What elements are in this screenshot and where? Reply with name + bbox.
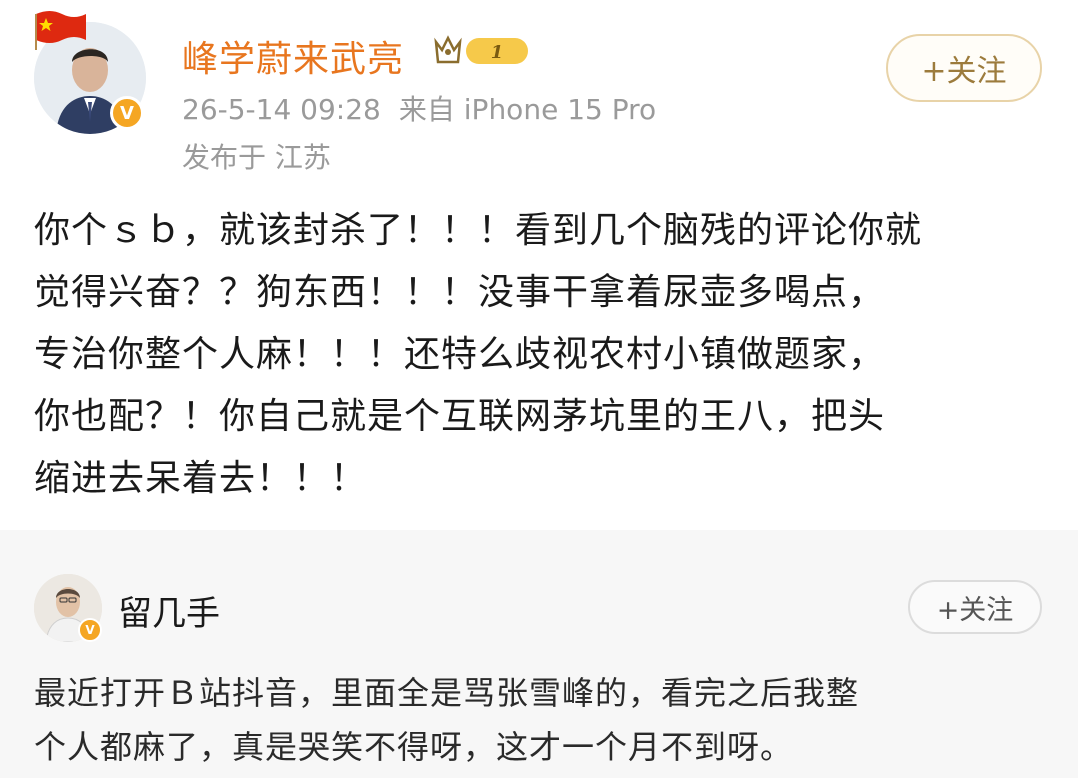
author-name[interactable]: 峰学蔚来武亮 — [182, 30, 404, 82]
commenter-follow-button[interactable]: +关注 — [908, 580, 1042, 634]
verified-badge-icon: V — [110, 96, 144, 130]
crown-level-badge-icon: 1 — [434, 35, 528, 64]
post-text-line: 你个ｓｂ，就该封杀了！！！看到几个脑残的评论你就 — [34, 210, 923, 251]
comment-text-line: 最近打开Ｂ站抖音，里面全是骂张雪峰的，看完之后我整 — [34, 674, 860, 712]
comment-card: V 留几手 +关注 最近打开Ｂ站抖音，里面全是骂张雪峰的，看完之后我整 个人都麻… — [0, 530, 1078, 778]
post-text-line: 觉得兴奋？？狗东西！！！没事干拿着尿壶多喝点， — [34, 272, 886, 313]
commenter-name[interactable]: 留几手 — [118, 586, 220, 635]
author-avatar[interactable]: V — [34, 11, 146, 134]
verified-badge-icon: V — [78, 618, 102, 642]
post-text-line: 你也配？！你自己就是个互联网茅坑里的王八，把头 — [34, 396, 886, 437]
comment-text-line: 个人都麻了，真是哭笑不得呀，这才一个月不到呀。 — [34, 728, 794, 766]
post-card: V 峰学蔚来武亮 1 26-5-14 09:28 来自 iPhone 15 Pro… — [0, 0, 1078, 530]
post-location: 发布于 江苏 — [182, 141, 331, 174]
follow-button[interactable]: +关注 — [886, 34, 1042, 102]
source-device: 来自 iPhone 15 Pro — [398, 93, 657, 126]
post-meta: 26-5-14 09:28 来自 iPhone 15 Pro — [182, 88, 674, 128]
china-flag-icon — [35, 11, 86, 50]
post-text-line: 缩进去呆着去！！！ — [34, 458, 368, 499]
post-text-line: 专治你整个人麻！！！还特么歧视农村小镇做题家， — [34, 334, 886, 375]
comment-text: 最近打开Ｂ站抖音，里面全是骂张雪峰的，看完之后我整 个人都麻了，真是哭笑不得呀，… — [34, 666, 1044, 774]
timestamp: 26-5-14 09:28 — [182, 93, 381, 126]
level-number: 1 — [491, 42, 504, 63]
post-text: 你个ｓｂ，就该封杀了！！！看到几个脑残的评论你就 觉得兴奋？？狗东西！！！没事干… — [34, 200, 1044, 510]
